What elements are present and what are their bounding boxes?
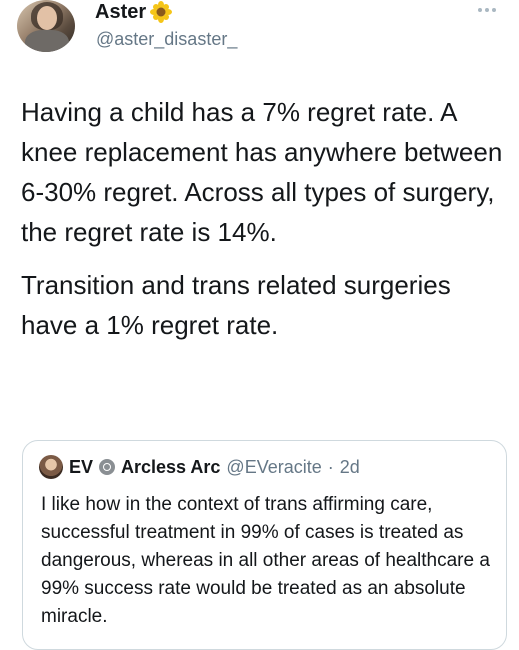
more-dot bbox=[478, 8, 482, 12]
tweet-paragraph-1: Having a child has a 7% regret rate. A k… bbox=[21, 97, 503, 247]
tweet-paragraph-2: Transition and trans related surgeries h… bbox=[21, 270, 451, 340]
circle-badge-icon bbox=[99, 459, 116, 475]
quoted-tweet[interactable]: EV Arcless Arc @EVeracite · 2d I like ho… bbox=[22, 440, 507, 650]
meta-separator: · bbox=[327, 457, 334, 477]
author-display-name[interactable]: Aster bbox=[95, 0, 173, 24]
quoted-display-name[interactable]: Arcless Arc bbox=[121, 455, 220, 479]
quoted-name-prefix: EV bbox=[69, 457, 94, 477]
quoted-handle[interactable]: @EVeracite bbox=[226, 455, 321, 479]
author-name-text: Aster bbox=[95, 1, 147, 23]
quoted-author-avatar[interactable] bbox=[39, 455, 63, 479]
sunflower-icon bbox=[150, 1, 173, 23]
avatar-face-shape bbox=[37, 6, 57, 30]
more-dot bbox=[492, 8, 496, 12]
tweet-card: Aster @aster_disaster_ Having a child ha… bbox=[0, 0, 519, 650]
quoted-tweet-text: I like how in the context of trans affir… bbox=[41, 494, 490, 627]
more-dot bbox=[485, 8, 489, 12]
more-options-icon[interactable] bbox=[478, 4, 506, 16]
quoted-tweet-header: EV Arcless Arc @EVeracite · 2d bbox=[39, 455, 360, 479]
tweet-text: Having a child has a 7% regret rate. A k… bbox=[21, 92, 511, 345]
author-avatar[interactable] bbox=[17, 0, 75, 52]
avatar-body-shape bbox=[25, 30, 69, 52]
author-handle[interactable]: @aster_disaster_ bbox=[96, 28, 237, 50]
quoted-timestamp[interactable]: 2d bbox=[340, 455, 360, 479]
